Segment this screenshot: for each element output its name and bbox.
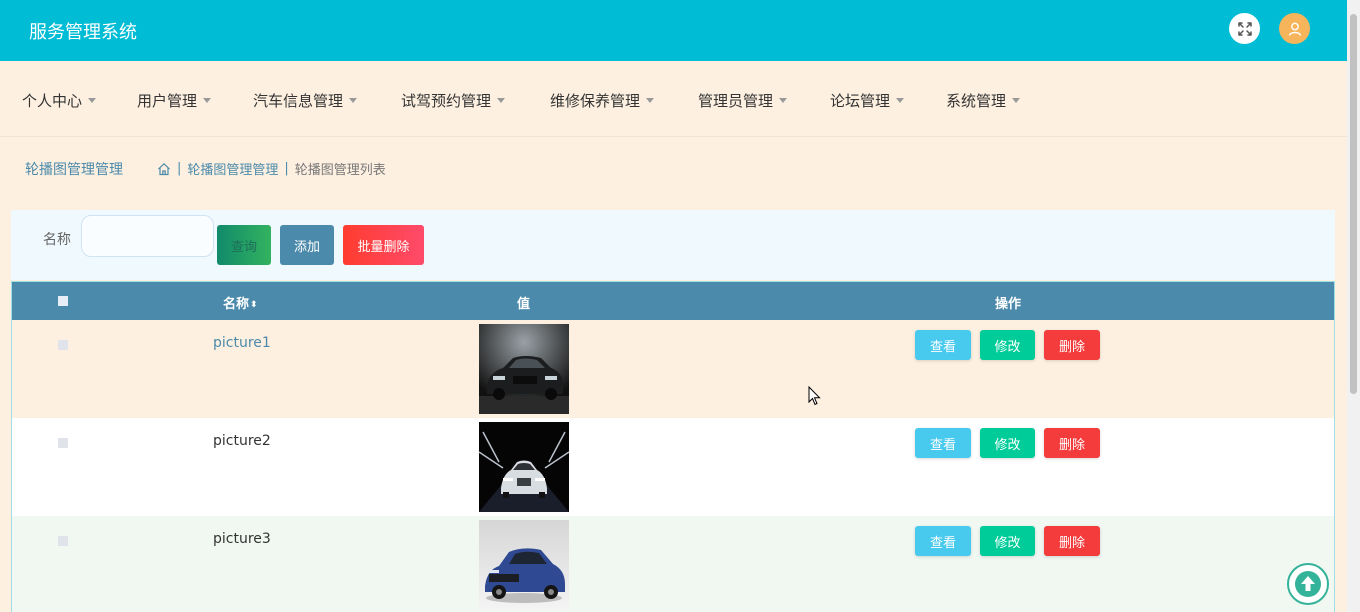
view-button[interactable]: 查看 — [915, 330, 971, 360]
caret-down-icon — [646, 98, 655, 103]
mouse-cursor — [808, 385, 822, 410]
data-table: 名称⬍ 值 操作 picture1 查看 修改 删除 picture2 查看 修… — [11, 281, 1335, 612]
expand-icon — [1237, 21, 1252, 36]
view-button[interactable]: 查看 — [915, 428, 971, 458]
sort-icon[interactable]: ⬍ — [250, 300, 258, 310]
page-scrollbar[interactable] — [1347, 0, 1360, 612]
column-header-name[interactable]: 名称⬍ — [223, 293, 258, 312]
breadcrumb-separator: | — [177, 161, 182, 176]
top-header: 服务管理系统 — [0, 0, 1347, 61]
delete-button[interactable]: 删除 — [1044, 330, 1100, 360]
home-icon[interactable] — [157, 162, 171, 176]
row-checkbox[interactable] — [58, 438, 68, 448]
user-avatar-button[interactable] — [1279, 13, 1310, 44]
breadcrumb: | 轮播图管理管理 | 轮播图管理列表 — [157, 159, 386, 178]
caret-down-icon — [349, 98, 358, 103]
cursor-arrow-icon — [808, 385, 821, 406]
menu-forum-management[interactable]: 论坛管理 — [830, 90, 905, 111]
menu-admin-management[interactable]: 管理员管理 — [698, 90, 788, 111]
breadcrumb-bar: 轮播图管理管理 | 轮播图管理管理 | 轮播图管理列表 — [0, 138, 1347, 196]
row-name: picture2 — [213, 433, 271, 449]
delete-button[interactable]: 删除 — [1044, 428, 1100, 458]
menu-system-management[interactable]: 系统管理 — [946, 90, 1021, 111]
row-checkbox[interactable] — [58, 340, 68, 350]
column-header-actions: 操作 — [995, 297, 1022, 312]
breadcrumb-item-current: 轮播图管理列表 — [294, 163, 386, 178]
batch-delete-button[interactable]: 批量删除 — [343, 225, 424, 265]
arrow-up-icon — [1295, 571, 1321, 597]
row-image-white-suv — [479, 422, 569, 512]
caret-down-icon — [1012, 98, 1021, 103]
caret-down-icon — [497, 98, 506, 103]
row-name: picture1 — [213, 335, 271, 351]
app-title: 服务管理系统 — [29, 22, 137, 43]
breadcrumb-separator: | — [284, 161, 289, 176]
scrollbar-thumb[interactable] — [1350, 14, 1357, 394]
menu-user-management[interactable]: 用户管理 — [137, 90, 212, 111]
menu-test-drive-management[interactable]: 试驾预约管理 — [401, 90, 506, 111]
select-all-checkbox[interactable] — [58, 296, 68, 306]
caret-down-icon — [88, 98, 97, 103]
caret-down-icon — [896, 98, 905, 103]
row-image-black-sedan — [479, 324, 569, 414]
fullscreen-button[interactable] — [1229, 13, 1260, 44]
back-to-top-button[interactable] — [1287, 563, 1329, 605]
caret-down-icon — [203, 98, 212, 103]
row-checkbox[interactable] — [58, 536, 68, 546]
delete-button[interactable]: 删除 — [1044, 526, 1100, 556]
caret-down-icon — [779, 98, 788, 103]
search-name-label: 名称 — [43, 232, 71, 248]
view-button[interactable]: 查看 — [915, 526, 971, 556]
page-title: 轮播图管理管理 — [25, 162, 123, 178]
column-header-value: 值 — [517, 297, 531, 312]
edit-button[interactable]: 修改 — [980, 428, 1035, 458]
row-image-blue-suv — [479, 520, 569, 610]
menu-maintenance-management[interactable]: 维修保养管理 — [550, 90, 655, 111]
edit-button[interactable]: 修改 — [980, 330, 1035, 360]
edit-button[interactable]: 修改 — [980, 526, 1035, 556]
search-bar: 名称 查询 添加 批量删除 — [11, 210, 1335, 280]
table-row: picture2 查看 修改 删除 — [12, 418, 1334, 516]
menu-personal-center[interactable]: 个人中心 — [22, 90, 97, 111]
table-row: picture1 查看 修改 删除 — [12, 320, 1334, 418]
add-button[interactable]: 添加 — [280, 225, 334, 265]
main-menu: 个人中心 用户管理 汽车信息管理 试驾预约管理 维修保养管理 管理员管理 论坛管… — [0, 61, 1347, 137]
table-header: 名称⬍ 值 操作 — [12, 282, 1334, 320]
search-name-input[interactable] — [81, 215, 214, 257]
user-icon — [1288, 22, 1301, 36]
breadcrumb-item[interactable]: 轮播图管理管理 — [187, 159, 278, 178]
table-row: picture3 查看 修改 删除 — [12, 516, 1334, 612]
menu-car-info-management[interactable]: 汽车信息管理 — [253, 90, 358, 111]
query-button[interactable]: 查询 — [217, 225, 271, 265]
row-name: picture3 — [213, 531, 271, 547]
